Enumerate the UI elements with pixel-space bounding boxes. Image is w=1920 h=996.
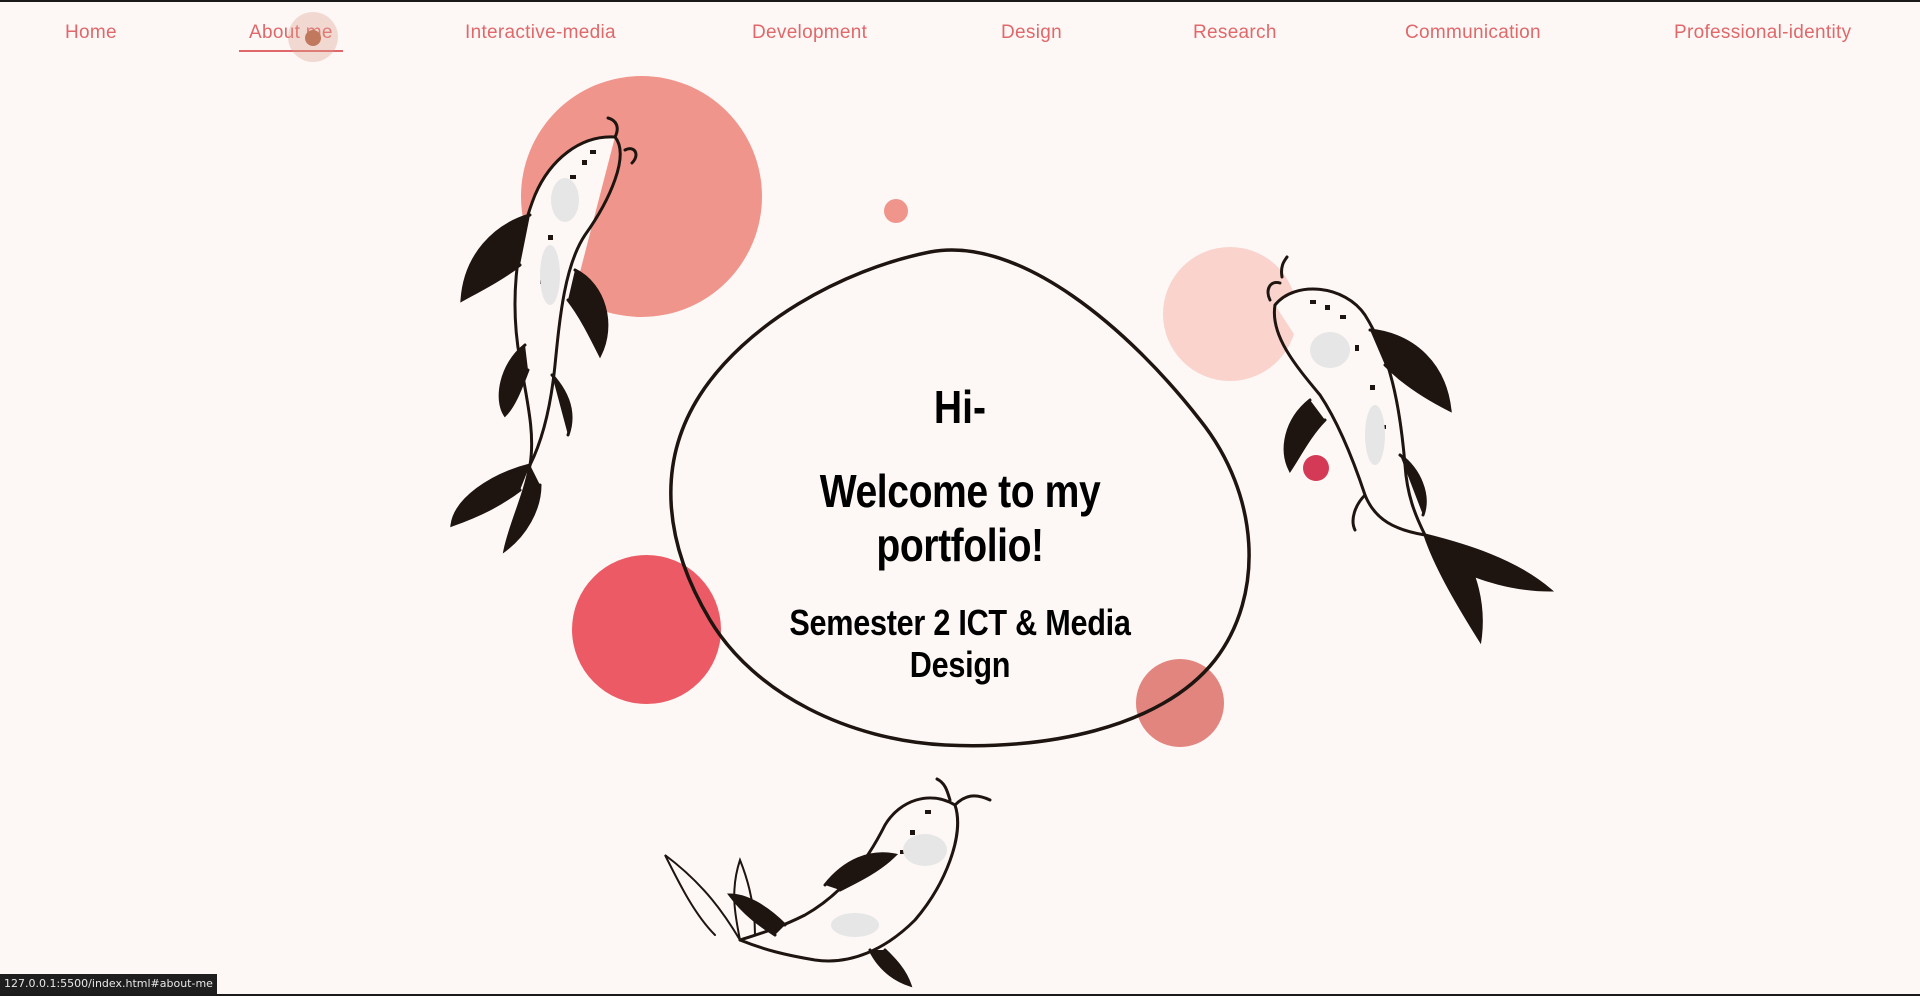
nav-link-research[interactable]: Research [1193, 22, 1277, 44]
koi-fish-illustration [1266, 255, 1555, 645]
nav-link-communication[interactable]: Communication [1405, 22, 1541, 44]
decorative-circle-small [884, 199, 908, 223]
koi-fish-illustration [664, 777, 992, 988]
hero-subtitle: Semester 2 ICT & Media Design [789, 602, 1131, 685]
hero-welcome-heading: Welcome to my portfolio! [819, 465, 1101, 571]
nav-link-professional-identity[interactable]: Professional-identity [1674, 22, 1851, 44]
nav-link-design[interactable]: Design [1001, 22, 1062, 44]
nav-link-development[interactable]: Development [752, 22, 867, 44]
nav-link-home[interactable]: Home [65, 22, 117, 44]
cursor-dot [305, 30, 321, 46]
hero-text-block: Hi- Welcome to my portfolio! Semester 2 … [700, 380, 1220, 686]
koi-fish-illustration [450, 116, 638, 554]
nav-link-interactive-media[interactable]: Interactive-media [465, 22, 616, 44]
hero-greeting: Hi- [933, 381, 987, 433]
browser-status-url: 127.0.0.1:5500/index.html#about-me [0, 974, 217, 994]
